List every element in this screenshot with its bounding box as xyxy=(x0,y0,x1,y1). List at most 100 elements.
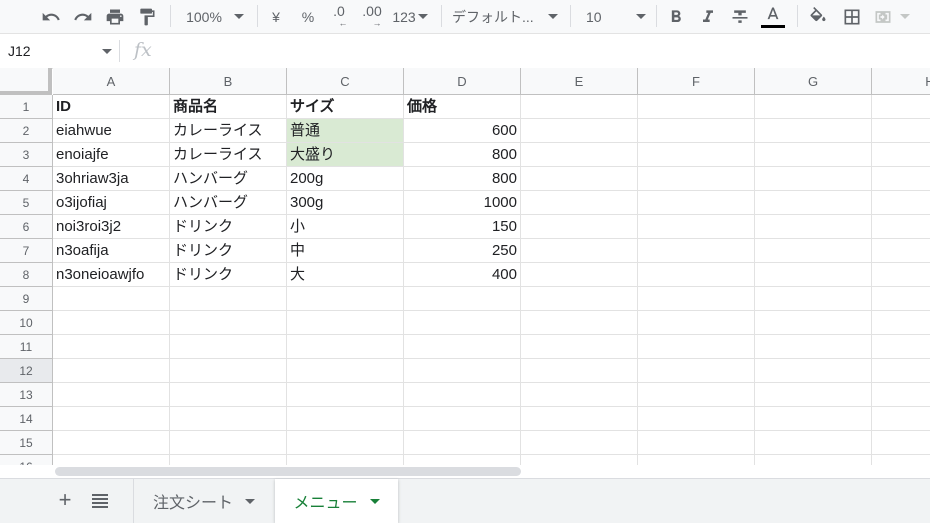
cell-h12[interactable] xyxy=(872,359,930,383)
text-color-button[interactable] xyxy=(760,0,786,33)
cell-h8[interactable] xyxy=(872,263,930,287)
cell-g5[interactable] xyxy=(755,191,872,215)
name-box[interactable]: J12 xyxy=(8,43,31,59)
cell-g15[interactable] xyxy=(755,431,872,455)
cell-g2[interactable] xyxy=(755,119,872,143)
cell-g4[interactable] xyxy=(755,167,872,191)
cell-a16[interactable] xyxy=(53,455,170,465)
cell-f2[interactable] xyxy=(638,119,755,143)
row-header-8[interactable]: 8 xyxy=(0,263,53,287)
cell-c2[interactable]: 普通 xyxy=(287,119,404,143)
cell-f4[interactable] xyxy=(638,167,755,191)
cell-h13[interactable] xyxy=(872,383,930,407)
cell-b8[interactable]: ドリンク xyxy=(170,263,287,287)
cell-d2[interactable]: 600 xyxy=(404,119,521,143)
cell-g8[interactable] xyxy=(755,263,872,287)
cell-b10[interactable] xyxy=(170,311,287,335)
row-header-9[interactable]: 9 xyxy=(0,287,53,311)
cell-h14[interactable] xyxy=(872,407,930,431)
borders-icon[interactable] xyxy=(840,0,864,33)
row-header-6[interactable]: 6 xyxy=(0,215,53,239)
spreadsheet-grid[interactable]: A B C D E F G H 1 ID 商品名 サイズ 価格 2 eiahwue カレーライス 普通 600 3 e… xyxy=(0,68,930,465)
chevron-down-icon[interactable] xyxy=(245,498,256,504)
cell-e13[interactable] xyxy=(521,383,638,407)
cell-f14[interactable] xyxy=(638,407,755,431)
cell-b3[interactable]: カレーライス xyxy=(170,143,287,167)
cell-b12[interactable] xyxy=(170,359,287,383)
row-header-7[interactable]: 7 xyxy=(0,239,53,263)
column-header-e[interactable]: E xyxy=(521,68,638,95)
cell-a1[interactable]: ID xyxy=(53,95,170,119)
cell-a14[interactable] xyxy=(53,407,170,431)
cell-a5[interactable]: o3ijofiaj xyxy=(53,191,170,215)
cell-b6[interactable]: ドリンク xyxy=(170,215,287,239)
cell-d15[interactable] xyxy=(404,431,521,455)
cell-c5[interactable]: 300g xyxy=(287,191,404,215)
cell-c10[interactable] xyxy=(287,311,404,335)
row-header-2[interactable]: 2 xyxy=(0,119,53,143)
cell-b4[interactable]: ハンバーグ xyxy=(170,167,287,191)
cell-g9[interactable] xyxy=(755,287,872,311)
cell-f7[interactable] xyxy=(638,239,755,263)
cell-c15[interactable] xyxy=(287,431,404,455)
cell-a6[interactable]: noi3roi3j2 xyxy=(53,215,170,239)
cell-e15[interactable] xyxy=(521,431,638,455)
cell-c16[interactable] xyxy=(287,455,404,465)
cell-h10[interactable] xyxy=(872,311,930,335)
cell-h1[interactable] xyxy=(872,95,930,119)
cell-g13[interactable] xyxy=(755,383,872,407)
column-header-b[interactable]: B xyxy=(170,68,287,95)
zoom-select[interactable]: 100% xyxy=(182,0,248,33)
cell-e3[interactable] xyxy=(521,143,638,167)
cell-b5[interactable]: ハンバーグ xyxy=(170,191,287,215)
cell-a2[interactable]: eiahwue xyxy=(53,119,170,143)
sheet-tab-menu[interactable]: メニュー xyxy=(275,479,398,523)
cell-a3[interactable]: enoiajfe xyxy=(53,143,170,167)
cell-e11[interactable] xyxy=(521,335,638,359)
row-header-14[interactable]: 14 xyxy=(0,407,53,431)
cell-e2[interactable] xyxy=(521,119,638,143)
cell-d6[interactable]: 150 xyxy=(404,215,521,239)
cell-c1[interactable]: サイズ xyxy=(287,95,404,119)
cell-d12[interactable] xyxy=(404,359,521,383)
row-header-1[interactable]: 1 xyxy=(0,95,53,119)
cell-a9[interactable] xyxy=(53,287,170,311)
cell-a12[interactable] xyxy=(53,359,170,383)
cell-g16[interactable] xyxy=(755,455,872,465)
font-select[interactable]: デフォルト... xyxy=(452,0,560,33)
cell-h2[interactable] xyxy=(872,119,930,143)
cell-g11[interactable] xyxy=(755,335,872,359)
cell-d11[interactable] xyxy=(404,335,521,359)
row-header-11[interactable]: 11 xyxy=(0,335,53,359)
strikethrough-icon[interactable] xyxy=(728,0,752,33)
cell-d4[interactable]: 800 xyxy=(404,167,521,191)
cell-c6[interactable]: 小 xyxy=(287,215,404,239)
cell-d13[interactable] xyxy=(404,383,521,407)
cell-h6[interactable] xyxy=(872,215,930,239)
fill-color-icon[interactable] xyxy=(806,0,830,33)
all-sheets-icon[interactable] xyxy=(92,494,108,513)
add-sheet-icon[interactable]: + xyxy=(54,489,76,511)
more-formats-select[interactable]: 123 xyxy=(391,0,429,33)
cell-b13[interactable] xyxy=(170,383,287,407)
currency-format-button[interactable]: ¥ xyxy=(266,0,286,33)
cell-e6[interactable] xyxy=(521,215,638,239)
cell-b16[interactable] xyxy=(170,455,287,465)
cell-b9[interactable] xyxy=(170,287,287,311)
cell-c7[interactable]: 中 xyxy=(287,239,404,263)
cell-a13[interactable] xyxy=(53,383,170,407)
italic-icon[interactable] xyxy=(696,0,720,33)
cell-f6[interactable] xyxy=(638,215,755,239)
row-header-13[interactable]: 13 xyxy=(0,383,53,407)
cell-c8[interactable]: 大 xyxy=(287,263,404,287)
cell-f5[interactable] xyxy=(638,191,755,215)
cell-h11[interactable] xyxy=(872,335,930,359)
cell-g10[interactable] xyxy=(755,311,872,335)
cell-e4[interactable] xyxy=(521,167,638,191)
bold-icon[interactable] xyxy=(664,0,688,33)
cell-f12[interactable] xyxy=(638,359,755,383)
cell-h16[interactable] xyxy=(872,455,930,465)
cell-d8[interactable]: 400 xyxy=(404,263,521,287)
cell-f16[interactable] xyxy=(638,455,755,465)
horizontal-scrollbar[interactable] xyxy=(55,467,521,476)
